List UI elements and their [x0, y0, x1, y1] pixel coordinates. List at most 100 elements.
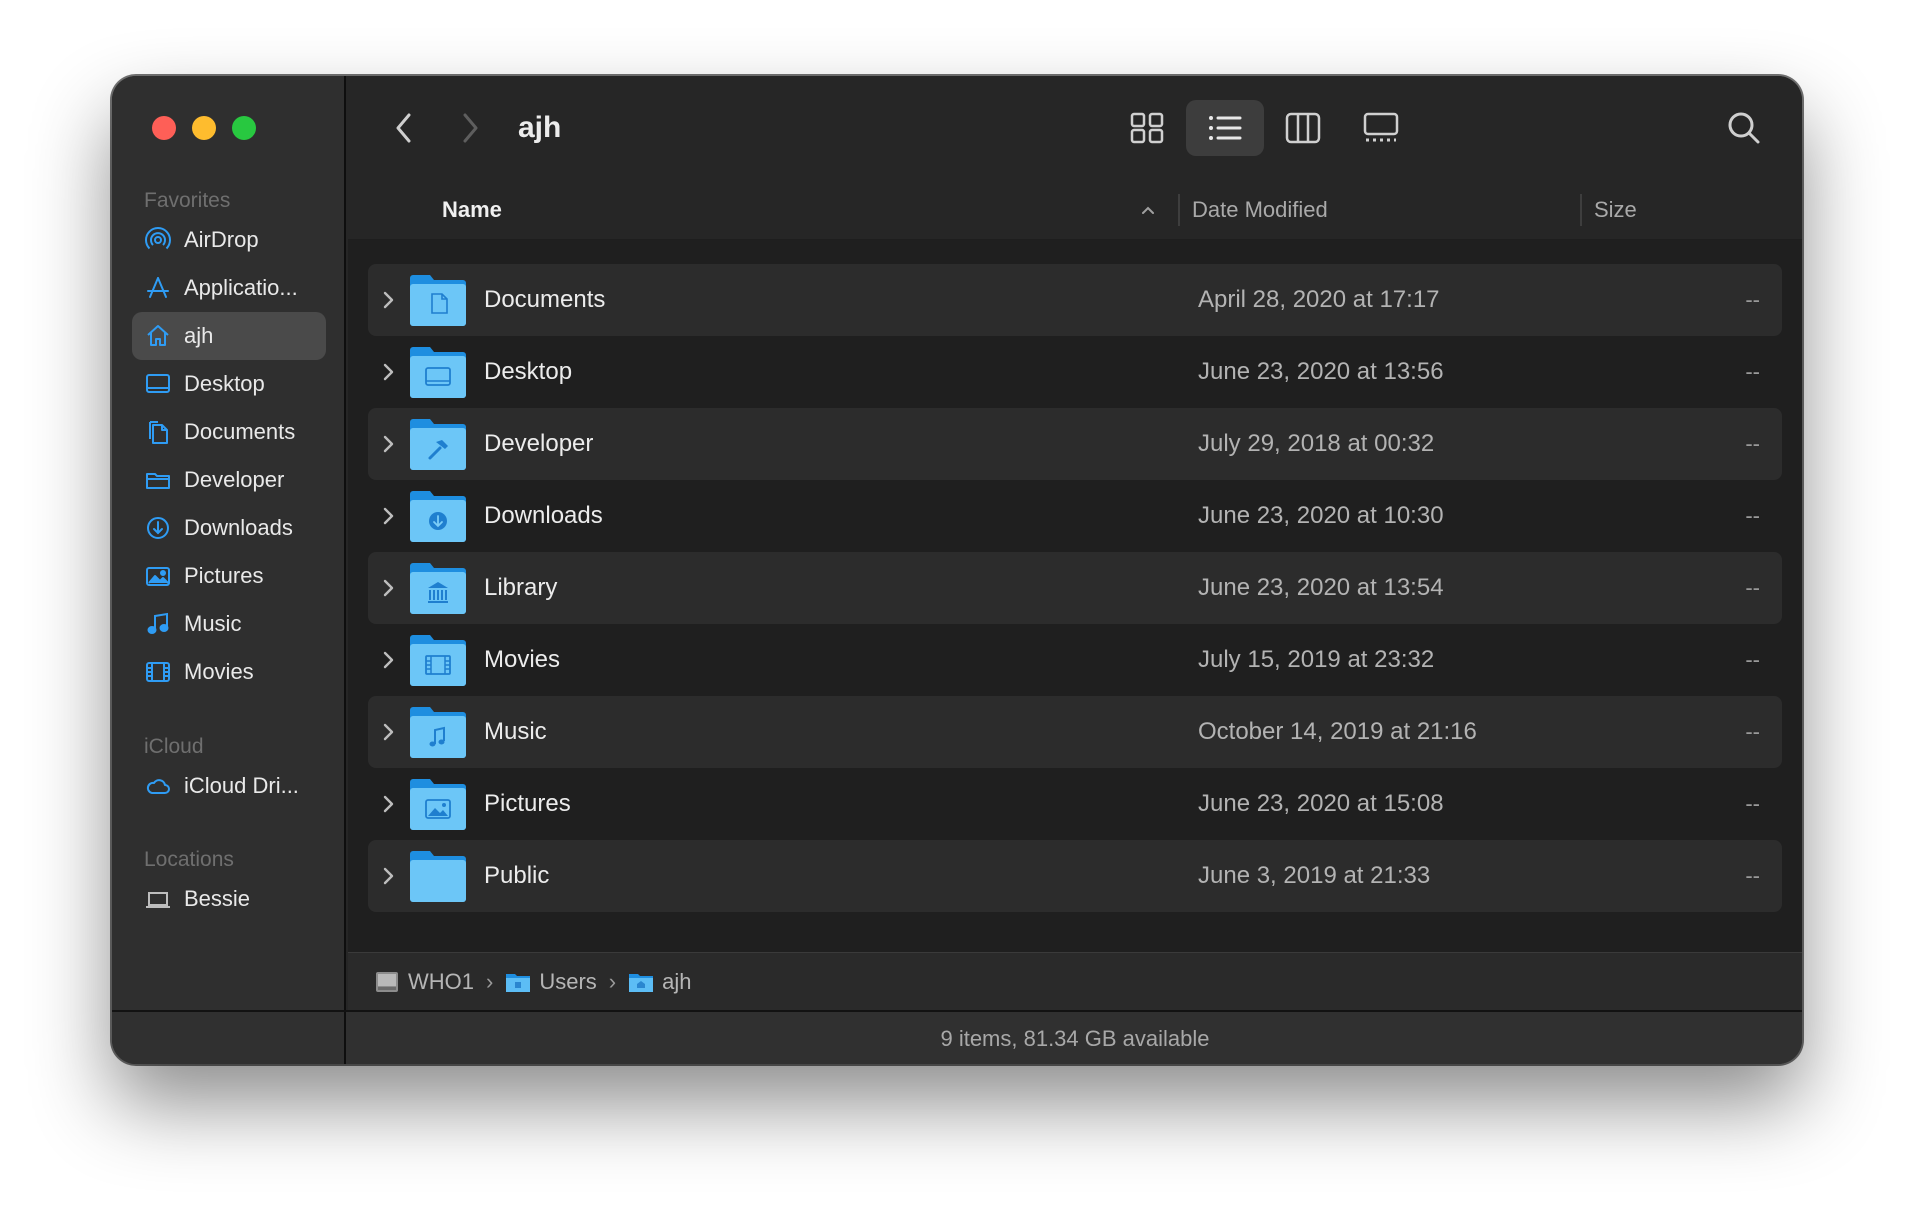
- icon-view-button[interactable]: [1108, 100, 1186, 156]
- sidebar-item-label: Downloads: [184, 515, 293, 540]
- view-mode-switcher: [1108, 100, 1420, 156]
- file-date-modified: October 14, 2019 at 21:16: [1198, 718, 1477, 745]
- file-name: Public: [484, 862, 550, 889]
- path-crumb-ajh[interactable]: ajh: [628, 969, 691, 995]
- movies-icon: [144, 658, 172, 686]
- laptop-icon: [144, 885, 172, 913]
- file-date-modified: June 23, 2020 at 10:30: [1198, 502, 1444, 529]
- sidebar-item-bessie[interactable]: Bessie: [132, 875, 326, 923]
- status-text: 9 items, 81.34 GB available: [940, 1026, 1210, 1051]
- forward-button[interactable]: [450, 106, 490, 150]
- home-icon: [144, 322, 172, 350]
- file-size: --: [1745, 359, 1760, 384]
- columns-icon: [1285, 112, 1321, 144]
- sidebar-item-airdrop[interactable]: AirDrop: [132, 216, 326, 264]
- folder-icon: [410, 851, 466, 902]
- sidebar-item-music[interactable]: Music: [132, 600, 326, 648]
- column-date-modified[interactable]: Date Modified: [1192, 180, 1328, 240]
- file-name: Developer: [484, 430, 594, 457]
- sidebar-item-label: Desktop: [184, 371, 265, 396]
- column-size[interactable]: Size: [1594, 180, 1637, 240]
- file-size: --: [1745, 719, 1760, 744]
- sidebar-item-developer[interactable]: Developer: [132, 456, 326, 504]
- path-crumb-who1[interactable]: WHO1: [374, 969, 474, 995]
- folder-icon: [144, 466, 172, 494]
- path-crumb-label: Users: [539, 968, 597, 994]
- sidebar-item-label: Bessie: [184, 886, 251, 911]
- hard-drive-icon: [376, 971, 398, 992]
- file-row-pictures[interactable]: Pictures June 23, 2020 at 15:08 --: [368, 768, 1782, 840]
- file-size: --: [1745, 647, 1760, 672]
- folder-icon: [506, 973, 531, 992]
- sidebar-item-label: Applicatio...: [184, 275, 298, 300]
- sidebar-item-label: AirDrop: [184, 227, 259, 252]
- disclosure-chevron-icon[interactable]: [368, 650, 408, 670]
- file-size: --: [1745, 791, 1760, 816]
- file-name: Movies: [484, 646, 561, 673]
- disclosure-chevron-icon[interactable]: [368, 722, 408, 742]
- folder-icon: [410, 707, 466, 758]
- disclosure-chevron-icon[interactable]: [368, 578, 408, 598]
- sidebar-section-icloud: iCloud iCloud Dri...: [112, 732, 346, 810]
- disclosure-chevron-icon[interactable]: [368, 362, 408, 382]
- zoom-window-button[interactable]: [232, 116, 256, 140]
- file-row-library[interactable]: Library June 23, 2020 at 13:54 --: [368, 552, 1782, 624]
- column-header: Name Date Modified Size: [348, 180, 1802, 240]
- chevron-left-icon: [396, 113, 411, 143]
- folder-icon: [410, 491, 466, 542]
- sidebar-item-label: Pictures: [184, 563, 264, 588]
- file-size: --: [1745, 863, 1760, 888]
- back-button[interactable]: [384, 106, 424, 150]
- search-button[interactable]: [1722, 106, 1766, 150]
- gallery-icon: [1363, 112, 1399, 142]
- disclosure-chevron-icon[interactable]: [368, 506, 408, 526]
- sidebar-item-documents[interactable]: Documents: [132, 408, 326, 456]
- chevron-right-icon: ›: [608, 968, 617, 994]
- airdrop-icon: [144, 226, 172, 254]
- file-row-developer[interactable]: Developer July 29, 2018 at 00:32 --: [368, 408, 1782, 480]
- column-view-button[interactable]: [1264, 100, 1342, 156]
- sidebar-item-label: ajh: [184, 323, 214, 348]
- chevron-right-icon: ›: [486, 968, 494, 994]
- sidebar-heading: Locations: [144, 848, 234, 871]
- file-size: --: [1745, 503, 1760, 528]
- file-row-movies[interactable]: Movies July 15, 2019 at 23:32 --: [368, 624, 1782, 696]
- home-folder-icon: [629, 973, 654, 992]
- minimize-window-button[interactable]: [192, 116, 216, 140]
- file-row-downloads[interactable]: Downloads June 23, 2020 at 10:30 --: [368, 480, 1782, 552]
- file-row-public[interactable]: Public June 3, 2019 at 21:33 --: [368, 840, 1782, 912]
- window-controls: [152, 116, 256, 140]
- sidebar-item-pictures[interactable]: Pictures: [132, 552, 326, 600]
- sidebar-item-icloud-drive[interactable]: iCloud Dri...: [132, 762, 326, 810]
- list-icon: [1209, 116, 1242, 140]
- grid-icon: [1130, 112, 1164, 144]
- disclosure-chevron-icon[interactable]: [368, 794, 408, 814]
- file-row-music[interactable]: Music October 14, 2019 at 21:16 --: [368, 696, 1782, 768]
- column-name[interactable]: Name: [442, 180, 502, 240]
- disclosure-chevron-icon[interactable]: [368, 290, 408, 310]
- file-row-documents[interactable]: Documents April 28, 2020 at 17:17 --: [368, 264, 1782, 336]
- sidebar-item-applications[interactable]: Applicatio...: [132, 264, 326, 312]
- column-divider[interactable]: [1580, 194, 1582, 226]
- disclosure-chevron-icon[interactable]: [368, 434, 408, 454]
- file-date-modified: June 23, 2020 at 15:08: [1198, 790, 1444, 817]
- column-divider[interactable]: [1178, 194, 1180, 226]
- gallery-view-button[interactable]: [1342, 100, 1420, 156]
- path-bar: WHO1 › Users › ajh: [348, 952, 1802, 1010]
- sidebar-heading: iCloud: [144, 735, 204, 758]
- close-window-button[interactable]: [152, 116, 176, 140]
- file-size: --: [1745, 431, 1760, 456]
- sidebar-item-downloads[interactable]: Downloads: [132, 504, 326, 552]
- sidebar-item-movies[interactable]: Movies: [132, 648, 326, 696]
- pictures-icon: [144, 562, 172, 590]
- sidebar-item-desktop[interactable]: Desktop: [132, 360, 326, 408]
- disclosure-chevron-icon[interactable]: [368, 866, 408, 886]
- list-view-button[interactable]: [1186, 100, 1264, 156]
- file-row-desktop[interactable]: Desktop June 23, 2020 at 13:56 --: [368, 336, 1782, 408]
- toolbar: ajh: [348, 76, 1802, 180]
- sidebar-heading: Favorites: [144, 189, 231, 212]
- sidebar-item-label: iCloud Dri...: [184, 773, 299, 798]
- path-crumb-users[interactable]: Users: [505, 968, 597, 995]
- status-bar: 9 items, 81.34 GB available: [112, 1010, 1802, 1064]
- sidebar-item-ajh[interactable]: ajh: [132, 312, 326, 360]
